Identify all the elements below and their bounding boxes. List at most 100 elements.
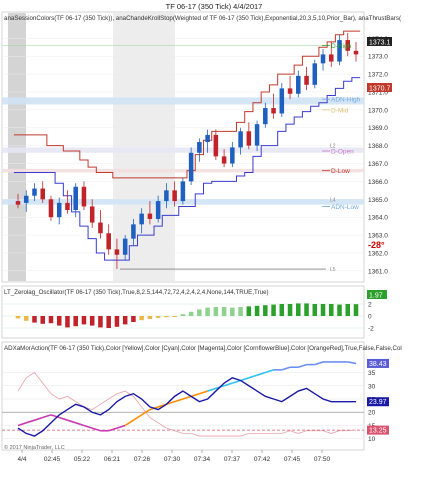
oscillator-bar [246,306,252,316]
oscillator-bar [40,316,45,324]
price-bar-body [73,186,78,211]
oscillator-axis: 2 0 -2 [368,302,374,333]
price-panel: D-HighADN-HighD-MidD-OpenD-LowADN-LowL2L… [1,11,402,283]
oscillator-bar [320,304,326,316]
oscillator-value: 1.97 [369,293,383,300]
price-bar-body [172,190,177,202]
adx-tick-label: 35 [368,370,376,377]
oscillator-bar [98,316,103,328]
price-bar-body [155,201,161,219]
oscillator-bar [329,304,334,316]
oscillator-bar [73,316,78,327]
price-bar-body [48,199,54,218]
level-marker: L4 [330,197,336,203]
adx-value: 13.25 [369,428,387,435]
level-marker: L5 [330,267,336,273]
price-bar-body [81,186,87,207]
price-bar-body [197,142,202,153]
current-price-value: 1373.1 [369,40,391,47]
oscillator-bar [287,304,293,316]
price-bar-body [304,75,309,85]
oscillator-bar [114,316,120,327]
oscillator-bar [238,307,243,316]
price-tick-label: 1367.0 [368,161,388,168]
time-tick-label: 07:37 [224,456,241,463]
price-bar-body [353,50,359,55]
oscillator-bar [230,307,235,316]
adx-tick-label: 10 [368,436,376,443]
oscillator-bar [48,316,54,324]
price-bar-body [122,238,128,255]
price-tick-label: 1366.0 [368,179,388,186]
level-band [2,147,364,153]
level-label: D-High [331,43,352,50]
price-bar-body [329,54,334,62]
oscillator-bar [164,316,169,318]
oscillator-bar [155,316,161,318]
time-tick-label: 05:22 [74,456,91,463]
level-label: D-Mid [331,107,349,114]
oscillator-bar [263,305,268,316]
oscillator-bar [279,304,285,316]
time-tick-label: 06:21 [104,456,121,463]
oscillator-bar [312,304,318,316]
oscillator-bar [337,304,342,316]
price-bar-body [139,213,144,225]
oscillator-tick-label: -2 [368,326,374,333]
oscillator-bar [345,304,351,316]
oscillator-bar [106,316,111,328]
price-bar-body [238,131,243,148]
oscillator-bar [139,316,144,321]
price-panel-frame [1,11,365,283]
oscillator-bar [32,316,37,323]
time-axis: 4/4 02:45 05:22 06:21 07:26 07:30 07:34 07:37 07… [17,450,331,463]
price-tick-label: 1361.0 [368,268,388,275]
oscillator-bar [172,316,177,317]
level-label: D-Low [331,168,350,175]
oscillator-bar [197,309,202,316]
adx-tick-label: 30 [368,383,376,390]
time-tick-label: 07:30 [164,456,181,463]
time-tick-label: 07:26 [134,456,151,463]
price-tick-label: 1369.0 [368,125,388,132]
price-bar-body [287,88,293,94]
oscillator-tick-label: 0 [368,314,372,321]
oscillator-bar [271,304,276,316]
angle-label: -28° [368,240,385,250]
price-tick-label: 1368.0 [368,143,388,150]
price-bar-body [271,108,276,114]
price-tick-label: 1372.0 [368,72,388,79]
level-band [2,97,364,105]
price-bar-body [114,249,120,255]
price-bar-body [56,202,62,218]
oscillator-bar [122,316,128,325]
time-tick-label: 07:34 [194,456,211,463]
time-tick-label: 07:42 [254,456,271,463]
adx-tick-label: 20 [368,410,376,417]
level-band [2,168,364,173]
time-tick-label: 02:45 [44,456,61,463]
price-bar-body [180,181,186,202]
adx-value: 38.43 [369,361,387,368]
price-bar-body [32,188,37,196]
oscillator-bar [131,316,136,322]
price-tick-label: 1370.0 [368,107,388,114]
adx-panel: 353025201510 ADXaMorAction(TF 06-17 (350… [1,341,402,451]
price-tick-label: 1373.0 [368,54,388,61]
level-label: ADN-Low [331,204,359,211]
price-bar-body [254,124,260,146]
oscillator-bar [296,303,301,316]
price-bar-body [230,147,235,164]
price-bar-body [221,156,227,164]
level-label: ADN-High [331,97,361,104]
time-tick-label: 4/4 [17,456,26,463]
session-shade-light [113,13,175,281]
price-bar-body [188,152,194,182]
price-bar-body [205,134,210,143]
price-bar-body [98,222,103,234]
price-tick-label: 1362.0 [368,250,388,257]
oscillator-bar [15,316,21,319]
level-marker: L2 [330,144,336,150]
price-bar-body [131,224,136,239]
oscillator-indicator-label: LT_Zerolag_Oscillator(TF 06-17 (350 Tick… [4,289,269,296]
